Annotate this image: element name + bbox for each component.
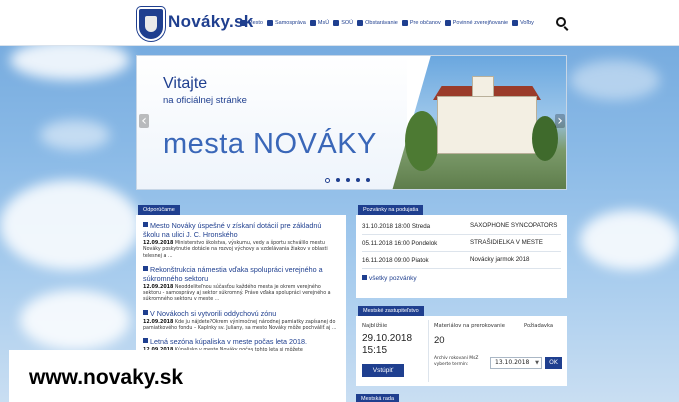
hero-title: mesta NOVÁKY: [163, 128, 377, 160]
square-bullet-icon: [444, 20, 451, 26]
slider-dots: [325, 178, 370, 183]
news-title-link[interactable]: Rekonštrukcia námestia vďaka spolupráci …: [143, 265, 339, 283]
site-header: Nováky.sk Mesto Samospráva MsÚ SOÚ Obsta…: [0, 0, 679, 46]
slider-dot[interactable]: [366, 178, 370, 182]
url-watermark: www.novaky.sk: [9, 350, 252, 402]
nav-item-obstaravanie[interactable]: Obstarávanie: [357, 20, 398, 26]
cloud-decoration: [10, 40, 130, 80]
square-bullet-icon: [266, 20, 273, 26]
chevron-down-icon: ▼: [535, 360, 539, 366]
slider-prev-icon[interactable]: ‹: [139, 114, 149, 128]
event-row[interactable]: 05.11.2018 16:00 Pondelok STRAŠIDIELKA V…: [362, 235, 561, 252]
divider: [428, 320, 429, 382]
town-hall-building: [437, 96, 537, 154]
square-bullet-icon: [143, 265, 148, 271]
nav-item-msu[interactable]: MsÚ: [309, 20, 329, 26]
slider-dot[interactable]: [325, 178, 330, 183]
cloud-decoration: [0, 180, 140, 270]
council-panel: Najbližšie 29.10.2018 15:15 Vstúpiť Mate…: [356, 316, 567, 386]
events-panel: 31.10.2018 18:00 Streda SAXOPHONE SYNCOP…: [356, 215, 567, 298]
event-datetime: 16.11.2018 09:00 Piatok: [362, 256, 429, 264]
nav-item-pre-obcanov[interactable]: Pre občanov: [401, 20, 441, 26]
archive-ok-button[interactable]: OK: [545, 357, 562, 369]
materials-count: 20: [434, 335, 445, 346]
cloud-decoration: [20, 290, 130, 350]
cloud-decoration: [40, 120, 110, 150]
requests-label: Požiadavka: [524, 323, 554, 329]
nav-item-samosprava[interactable]: Samospráva: [266, 20, 306, 26]
events-header: Pozvánky na podujatia: [358, 205, 424, 215]
news-item: V Novákoch si vytvorili oddychovú zónu 1…: [143, 309, 339, 333]
tree-decoration: [405, 111, 439, 171]
square-bullet-icon: [512, 20, 519, 26]
all-events-link[interactable]: všetky pozvánky: [362, 275, 561, 282]
news-excerpt: 12.09.2018 Ministerstvo školstva, výskum…: [143, 241, 328, 259]
cloud-decoration: [580, 210, 679, 270]
square-bullet-icon: [357, 20, 364, 26]
city-council-header: Mestská rada: [356, 394, 400, 402]
archive-date-select[interactable]: 13.10.2018 ▼: [490, 357, 542, 369]
news-item: Rekonštrukcia námestia vďaka spolupráci …: [143, 265, 339, 304]
url-watermark-text: www.novaky.sk: [29, 366, 184, 389]
nav-item-sou[interactable]: SOÚ: [333, 20, 353, 26]
main-nav: Mesto Samospráva MsÚ SOÚ Obstarávanie Pr…: [240, 20, 534, 26]
materials-label: Materiálov na prerokovanie: [434, 323, 505, 329]
event-name: STRAŠIDIELKA V MESTE: [470, 239, 543, 247]
event-row[interactable]: 16.11.2018 09:00 Piatok Novácky jarmok 2…: [362, 252, 561, 269]
event-row[interactable]: 31.10.2018 18:00 Streda SAXOPHONE SYNCOP…: [362, 218, 561, 235]
square-bullet-icon: [333, 20, 340, 26]
slider-dot[interactable]: [356, 178, 360, 182]
square-bullet-icon: [143, 309, 148, 315]
square-bullet-icon: [362, 275, 367, 280]
slider-dot[interactable]: [336, 178, 340, 182]
news-title-link[interactable]: Letná sezóna kúpaliska v meste počas let…: [143, 337, 339, 346]
square-bullet-icon: [401, 20, 408, 26]
event-name: SAXOPHONE SYNCOPATORS: [470, 222, 558, 230]
cloud-decoration: [570, 60, 660, 100]
slider-next-icon[interactable]: ›: [555, 114, 565, 128]
event-name: Novácky jarmok 2018: [470, 256, 530, 264]
square-bullet-icon: [143, 338, 148, 344]
next-session-label: Najbližšie: [362, 323, 388, 329]
event-datetime: 31.10.2018 18:00 Streda: [362, 222, 431, 230]
next-session-date: 29.10.2018 15:15: [362, 333, 413, 356]
slider-dot[interactable]: [346, 178, 350, 182]
square-bullet-icon: [309, 20, 316, 26]
city-crest-icon[interactable]: [137, 7, 165, 41]
enter-session-button[interactable]: Vstúpiť: [362, 364, 404, 377]
archive-label: Archív rokovaní MsZ vyberte termín:: [434, 356, 479, 367]
news-excerpt: 12.09.2018 Kde ju nájdete?Okrem výnimočn…: [143, 319, 337, 332]
event-datetime: 05.11.2018 16:00 Pondelok: [362, 239, 438, 247]
news-item: Mesto Nováky úspešné v získaní dotácií p…: [143, 221, 339, 260]
council-header: Mestské zastupiteľstvo: [358, 306, 424, 316]
news-header: Odporúčame: [138, 205, 180, 215]
news-title-link[interactable]: V Novákoch si vytvorili oddychovú zónu: [143, 309, 339, 318]
search-icon[interactable]: [556, 17, 566, 27]
hero-welcome: Vitajte: [163, 75, 208, 92]
news-excerpt: 12.09.2018 Neoddeliteľnou súčasťou každé…: [143, 284, 331, 303]
building-tower: [472, 76, 494, 98]
hero-slider[interactable]: Vitajte na oficiálnej stránke mesta NOVÁ…: [136, 55, 567, 190]
news-title-link[interactable]: Mesto Nováky úspešné v získaní dotácií p…: [143, 221, 339, 239]
nav-item-povinne-zverejnovanie[interactable]: Povinné zverejňovanie: [444, 20, 508, 26]
nav-item-mesto[interactable]: Mesto: [240, 20, 263, 26]
square-bullet-icon: [143, 222, 148, 227]
hero-subtitle: na oficiálnej stránke: [163, 95, 247, 106]
nav-item-volby[interactable]: Voľby: [512, 20, 534, 26]
square-bullet-icon: [240, 20, 246, 26]
